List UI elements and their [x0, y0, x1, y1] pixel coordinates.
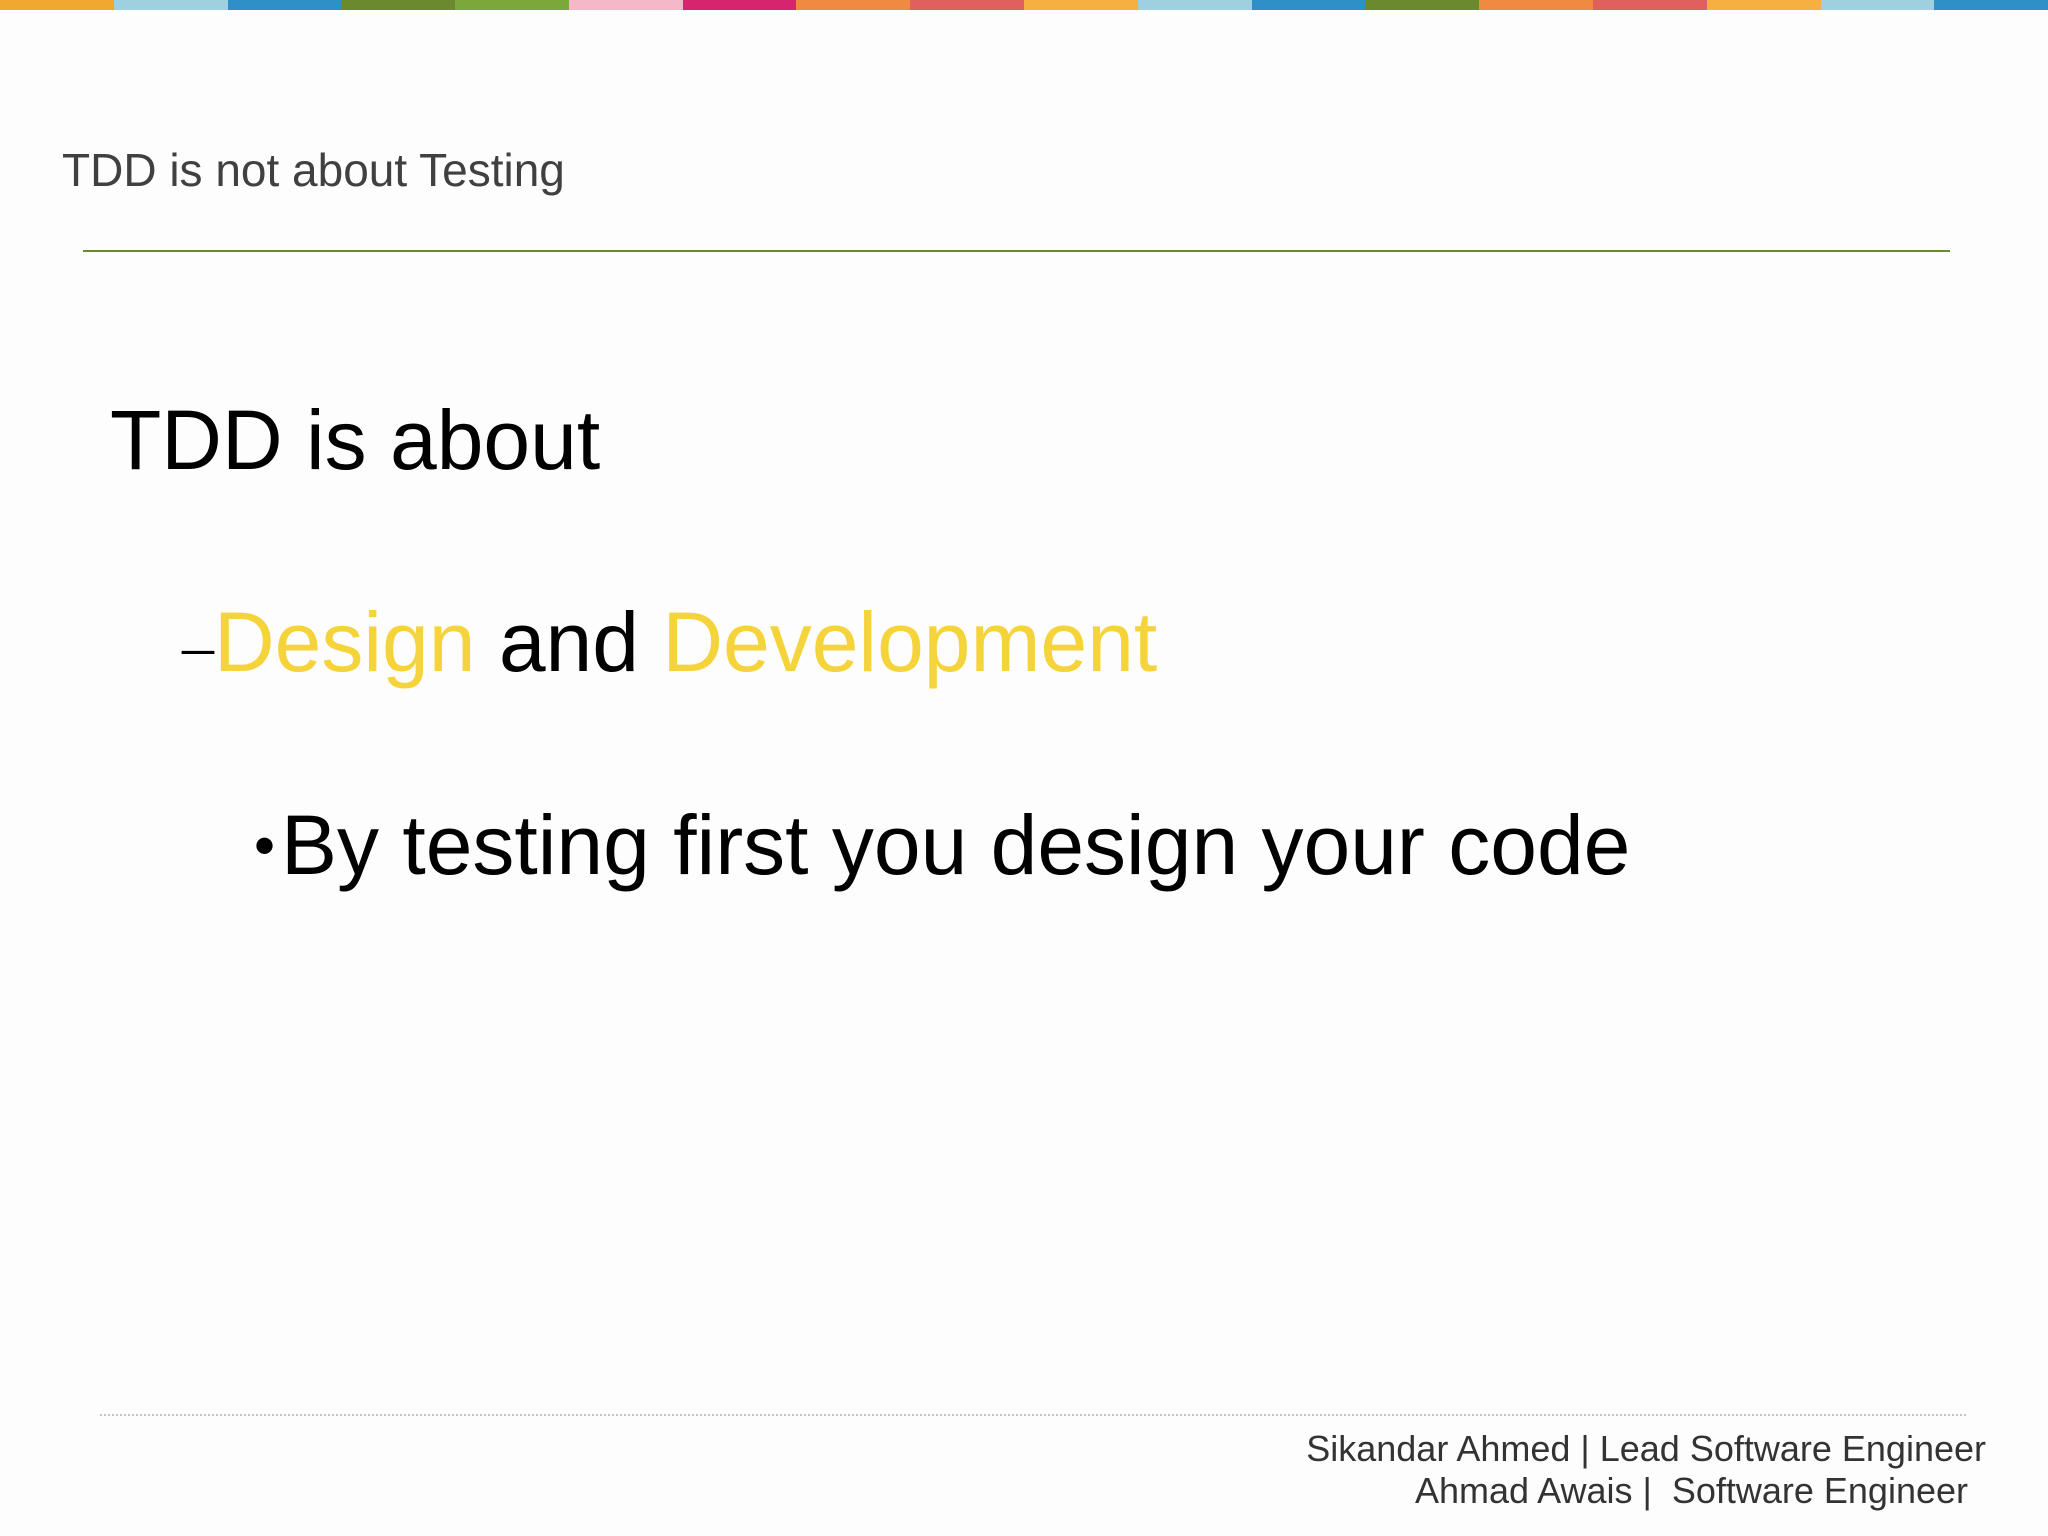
color-bar-segment: [113, 0, 228, 10]
color-bar-segment: [1251, 0, 1366, 10]
color-bar-segment: [682, 0, 797, 10]
color-bar-segment: [1479, 0, 1593, 10]
color-bar-segment: [910, 0, 1025, 10]
color-bar-segment: [1706, 0, 1821, 10]
footer-credits: Sikandar Ahmed | Lead Software Engineer A…: [1306, 1428, 1986, 1512]
color-bar-segment: [455, 0, 569, 10]
title-divider: [83, 250, 1950, 252]
footer-credit-line-1: Sikandar Ahmed | Lead Software Engineer: [1306, 1428, 1986, 1469]
color-bar-segment: [1820, 0, 1935, 10]
sub-point-word-development: Development: [662, 595, 1158, 689]
color-bar-segment: [1934, 0, 2048, 10]
footer-credit-line-2: Ahmad Awais | Software Engineer: [1415, 1470, 1968, 1511]
sub-point-word-design: Design: [214, 595, 476, 689]
slide-title: TDD is not about Testing: [62, 144, 565, 196]
color-bar-segment: [0, 0, 114, 10]
bullet-point: •By testing first you design your code: [254, 795, 1630, 896]
color-bar-segment: [1592, 0, 1707, 10]
sub-point: –Design and Development: [182, 592, 1157, 696]
color-bar-segment: [341, 0, 456, 10]
color-bar-segment: [1137, 0, 1252, 10]
slide: TDD is not about Testing TDD is about –D…: [0, 0, 2048, 1536]
color-bar-segment: [227, 0, 342, 10]
heading-point: TDD is about: [110, 393, 601, 487]
color-bar-segment: [1024, 0, 1138, 10]
color-bar-segment: [568, 0, 683, 10]
dash-marker: –: [182, 610, 214, 681]
bullet-icon: •: [254, 812, 276, 879]
color-bar-segment: [1365, 0, 1480, 10]
color-bar-segment: [796, 0, 911, 10]
footer-divider: [100, 1414, 1966, 1416]
decorative-color-bar: [0, 0, 2048, 10]
sub-point-connector: and: [475, 595, 663, 689]
bullet-text: By testing first you design your code: [281, 798, 1631, 892]
